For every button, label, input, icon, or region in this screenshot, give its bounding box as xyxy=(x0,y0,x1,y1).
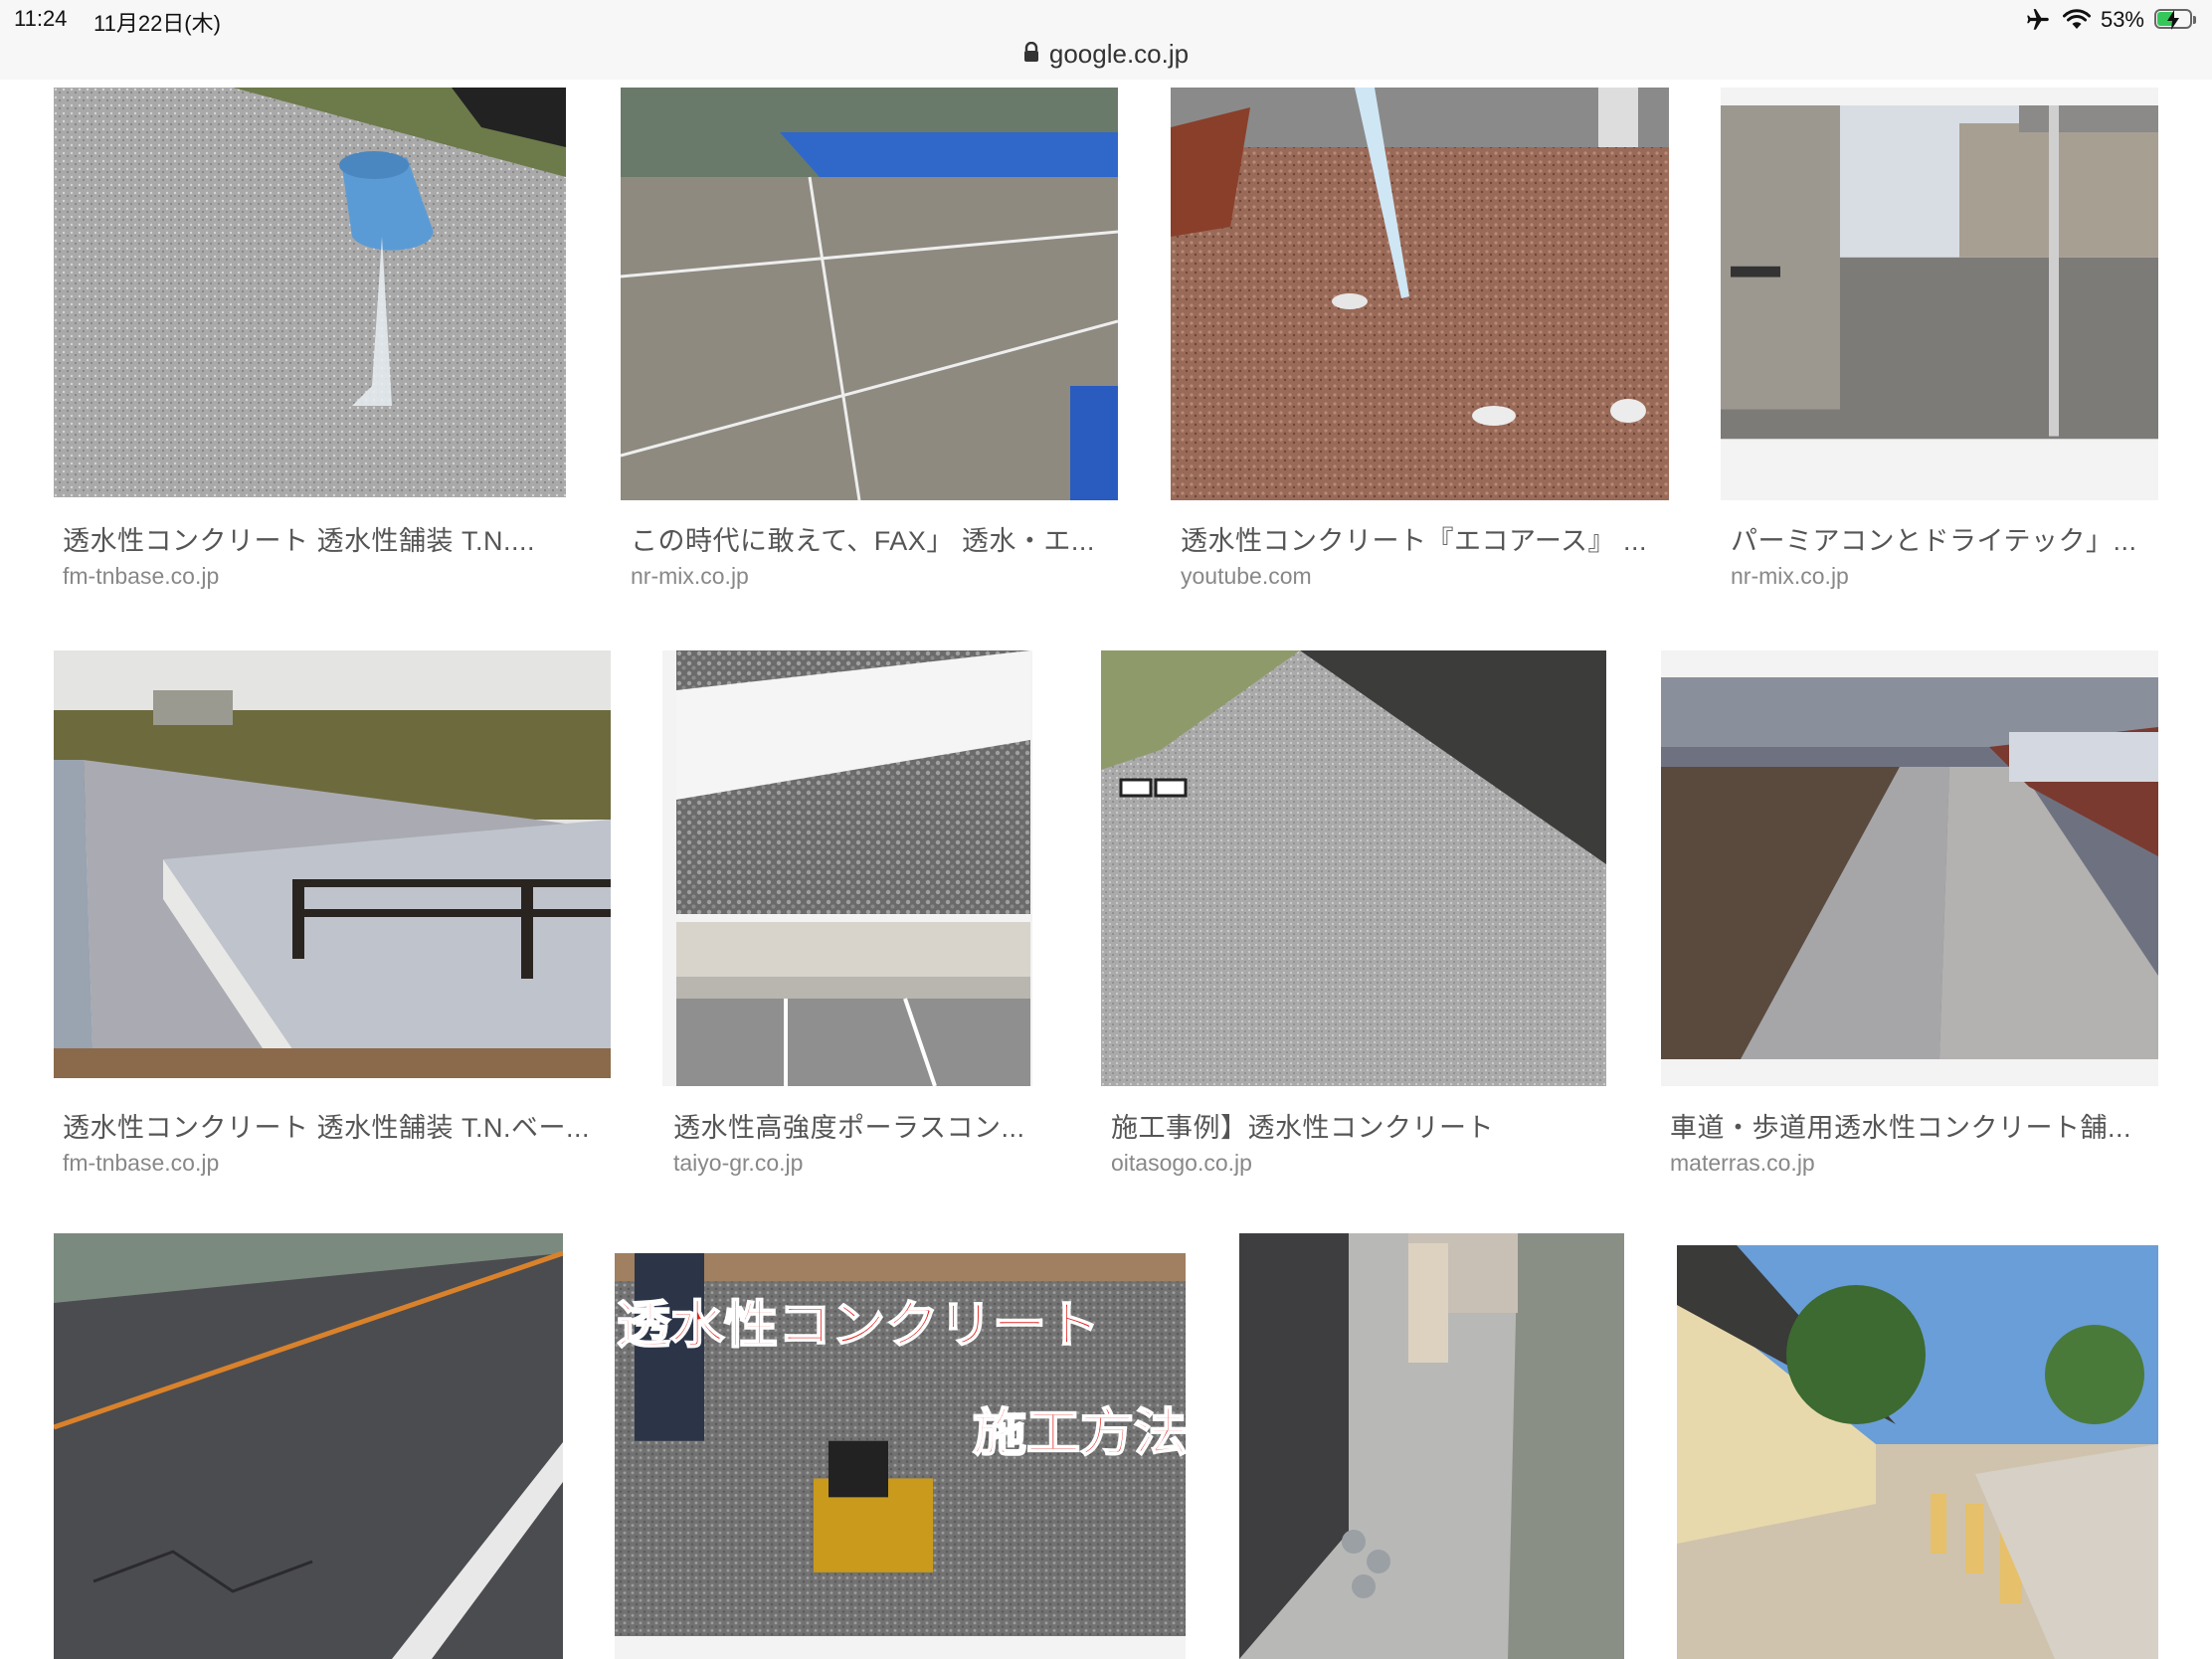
image-result[interactable] xyxy=(1677,1233,2158,1659)
status-time: 11:24 xyxy=(14,6,68,31)
result-title[interactable]: 透水性高強度ポーラスコン... xyxy=(673,1106,1026,1145)
result-thumbnail[interactable] xyxy=(54,88,566,497)
result-thumbnail[interactable] xyxy=(1721,88,2158,500)
wifi-icon xyxy=(2062,9,2091,31)
airplane-icon xyxy=(2023,7,2053,33)
result-thumbnail[interactable] xyxy=(621,88,1118,500)
status-bar: 11:24 11月22日(木) 53% google.co.jp xyxy=(0,0,2212,80)
result-source[interactable]: fm-tnbase.co.jp xyxy=(63,1150,219,1177)
image-result[interactable]: 車道・歩道用透水性コンクリート舗... materras.co.jp xyxy=(1661,650,2158,1188)
result-title[interactable]: 車道・歩道用透水性コンクリート舗... xyxy=(1670,1106,2152,1145)
image-result[interactable]: 透水性コンクリート 施工方法 xyxy=(615,1233,1186,1659)
result-title[interactable]: この時代に敢えて、FAX」 透水・エ... xyxy=(631,519,1113,558)
result-title[interactable]: 透水性コンクリート『エコアース』 ... xyxy=(1181,519,1663,558)
battery-percent: 53% xyxy=(2100,7,2144,32)
result-title[interactable]: パーミアコンとドライテック」... xyxy=(1731,519,2153,558)
result-thumbnail[interactable] xyxy=(1101,650,1606,1086)
image-result[interactable]: パーミアコンとドライテック」... nr-mix.co.jp xyxy=(1721,88,2158,605)
overlay-caption-2: 施工方法 xyxy=(973,1404,1186,1463)
overlay-caption-1: 透水性コンクリート xyxy=(617,1296,1100,1355)
image-result[interactable]: 透水性コンクリート 透水性舗装 T.N.ベー... fm-tnbase.co.j… xyxy=(54,650,611,1188)
result-title[interactable]: 透水性コンクリート 透水性舗装 T.N.ベー... xyxy=(63,1106,610,1145)
result-source[interactable]: fm-tnbase.co.jp xyxy=(63,563,219,590)
result-thumbnail[interactable]: 透水性コンクリート 施工方法 xyxy=(615,1253,1186,1659)
result-title[interactable]: 透水性コンクリート 透水性舗装 T.N.... xyxy=(63,519,560,558)
image-result[interactable]: 施工事例】透水性コンクリート oitasogo.co.jp xyxy=(1101,650,1606,1188)
url-bar[interactable]: google.co.jp xyxy=(0,34,2212,74)
image-result[interactable] xyxy=(54,1233,563,1659)
image-result[interactable]: この時代に敢えて、FAX」 透水・エ... nr-mix.co.jp xyxy=(621,88,1118,605)
result-thumbnail[interactable] xyxy=(1661,650,2158,1086)
result-title[interactable]: 施工事例】透水性コンクリート xyxy=(1111,1106,1598,1145)
result-source[interactable]: materras.co.jp xyxy=(1670,1150,1815,1177)
result-thumbnail[interactable] xyxy=(662,650,1032,1086)
result-thumbnail[interactable] xyxy=(54,650,611,1078)
result-thumbnail[interactable] xyxy=(1677,1245,2158,1659)
image-result[interactable]: 透水性コンクリート『エコアース』 ... youtube.com xyxy=(1171,88,1669,605)
result-thumbnail[interactable] xyxy=(1239,1233,1624,1659)
image-result[interactable]: 透水性コンクリート 透水性舗装 T.N.... fm-tnbase.co.jp xyxy=(54,88,566,605)
battery-charging-icon xyxy=(2154,9,2198,31)
result-source[interactable]: nr-mix.co.jp xyxy=(631,563,749,590)
result-thumbnail[interactable] xyxy=(1171,88,1669,500)
image-result[interactable]: 透水性高強度ポーラスコン... taiyo-gr.co.jp xyxy=(662,650,1032,1188)
result-source[interactable]: nr-mix.co.jp xyxy=(1731,563,1849,590)
result-thumbnail[interactable] xyxy=(54,1233,563,1659)
result-source[interactable]: youtube.com xyxy=(1181,563,1312,590)
image-result[interactable] xyxy=(1239,1233,1624,1659)
url-domain: google.co.jp xyxy=(1048,38,1190,69)
result-source[interactable]: oitasogo.co.jp xyxy=(1111,1150,1252,1177)
result-source[interactable]: taiyo-gr.co.jp xyxy=(673,1150,803,1177)
status-right: 53% xyxy=(2023,4,2198,36)
lock-icon xyxy=(1023,41,1039,67)
